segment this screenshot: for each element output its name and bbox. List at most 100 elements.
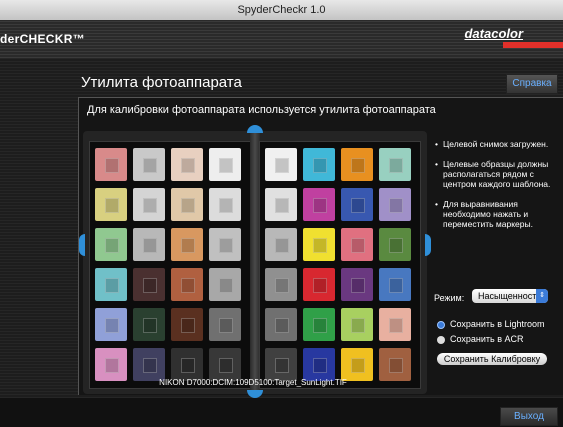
help-button[interactable]: Справка [506, 74, 558, 94]
radio-unselected-icon [437, 335, 445, 344]
patch-sample-marker [181, 278, 195, 293]
patch-sample-marker [105, 158, 119, 173]
color-patch [95, 348, 127, 381]
color-patch [171, 148, 203, 181]
patch-sample-marker [389, 158, 403, 173]
color-patch [379, 148, 411, 181]
patch-sample-marker [389, 238, 403, 253]
patch-sample-marker [275, 278, 289, 293]
color-patch [379, 228, 411, 261]
brand-bar: derCHECKR™ datacolor [0, 20, 563, 58]
top-marker-handle[interactable] [247, 125, 263, 133]
color-patch [265, 348, 297, 381]
color-patch [341, 348, 373, 381]
color-patch [95, 188, 127, 221]
patch-sample-marker [143, 318, 157, 333]
color-patch [171, 348, 203, 381]
patch-sample-marker [105, 278, 119, 293]
color-patch [209, 188, 241, 221]
patch-sample-marker [351, 158, 365, 173]
patch-sample-marker [275, 358, 289, 373]
panel-title: Для калибровки фотоаппарата используется… [87, 104, 436, 116]
color-patch [303, 268, 335, 301]
patch-sample-marker [143, 238, 157, 253]
patch-sample-marker [389, 318, 403, 333]
note-text: Целевой снимок загружен. [443, 139, 549, 149]
color-patch [133, 308, 165, 341]
color-patch [209, 228, 241, 261]
patch-sample-marker [351, 198, 365, 213]
patch-sample-marker [143, 158, 157, 173]
color-patch [265, 188, 297, 221]
color-patch [265, 148, 297, 181]
patch-sample-marker [181, 318, 195, 333]
note-text: Целевые образцы должны располагаться ряд… [443, 159, 551, 189]
color-card-right [259, 141, 421, 389]
color-patch [303, 348, 335, 381]
patch-sample-marker [181, 238, 195, 253]
color-patch [133, 228, 165, 261]
mode-label: Режим: [434, 293, 465, 303]
color-patch [209, 348, 241, 381]
image-filename: NIKON D7000:DCIM:109D5100:Target_SunLigh… [159, 378, 347, 387]
main-area: Утилита фотоаппарата Справка Для калибро… [0, 58, 563, 398]
datacolor-logo: datacolor [464, 26, 523, 41]
color-patch [95, 308, 127, 341]
color-patch [303, 228, 335, 261]
instruction-notes: • Целевой снимок загружен. • Целевые образ… [435, 139, 561, 239]
bottom-marker-handle[interactable] [247, 390, 263, 398]
color-patch [379, 268, 411, 301]
patch-sample-marker [389, 198, 403, 213]
color-patch [171, 268, 203, 301]
note-item: • Для выравнивания необходимо нажать и пе… [435, 199, 561, 229]
color-patch [341, 228, 373, 261]
color-patch [209, 148, 241, 181]
patch-sample-marker [105, 358, 119, 373]
patch-sample-marker [313, 278, 327, 293]
patch-sample-marker [313, 358, 327, 373]
save-acr-option[interactable]: Сохранить в ACR [437, 334, 524, 344]
color-patch [379, 308, 411, 341]
color-patch [379, 348, 411, 381]
color-patch [95, 228, 127, 261]
color-patch [171, 308, 203, 341]
left-marker-handle[interactable] [79, 234, 85, 256]
color-patch [209, 268, 241, 301]
mode-select[interactable]: Насыщенность ⇕ [472, 289, 548, 303]
window-title: SpyderCheckr 1.0 [237, 4, 326, 16]
patch-sample-marker [105, 318, 119, 333]
patch-sample-marker [389, 358, 403, 373]
color-patch [265, 228, 297, 261]
patch-sample-marker [275, 238, 289, 253]
note-item: • Целевые образцы должны располагаться ря… [435, 159, 561, 189]
brand-logo-left: derCHECKR™ [0, 32, 86, 46]
patch-sample-marker [105, 198, 119, 213]
save-lightroom-option[interactable]: Сохранить в Lightroom [437, 319, 545, 329]
page-title: Утилита фотоаппарата [81, 74, 242, 91]
patch-sample-marker [351, 278, 365, 293]
patch-sample-marker [219, 238, 233, 253]
exit-button[interactable]: Выход [500, 407, 558, 426]
patch-sample-marker [275, 198, 289, 213]
window-titlebar: SpyderCheckr 1.0 [0, 0, 563, 21]
radio-selected-icon [437, 320, 445, 329]
patch-sample-marker [219, 358, 233, 373]
color-patch [341, 188, 373, 221]
patch-sample-marker [219, 318, 233, 333]
patch-sample-marker [219, 198, 233, 213]
patch-sample-marker [313, 318, 327, 333]
note-bullet: • [435, 199, 438, 209]
patch-sample-marker [105, 238, 119, 253]
color-patch [133, 148, 165, 181]
color-patch [133, 348, 165, 381]
color-patch [379, 188, 411, 221]
save-acr-label: Сохранить в ACR [450, 334, 524, 344]
color-patch [303, 188, 335, 221]
note-bullet: • [435, 159, 438, 169]
color-patch [209, 308, 241, 341]
color-patch [341, 148, 373, 181]
color-patch [341, 268, 373, 301]
save-calibration-button[interactable]: Сохранить Калибровку [437, 353, 547, 365]
right-marker-handle[interactable] [425, 234, 431, 256]
patch-sample-marker [143, 358, 157, 373]
